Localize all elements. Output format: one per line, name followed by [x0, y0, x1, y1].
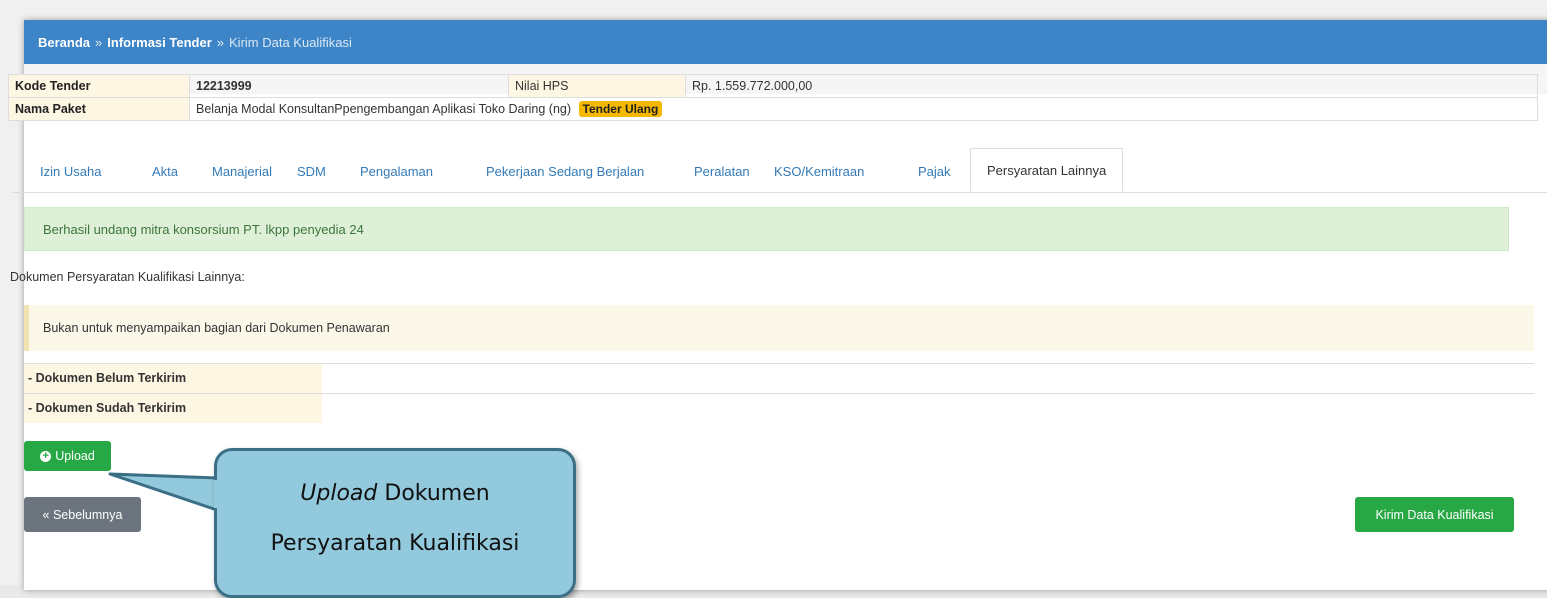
kode-tender-label: Kode Tender — [8, 74, 190, 98]
screen: Beranda » Informasi Tender » Kirim Data … — [0, 0, 1547, 598]
doc-sent-label: - Dokumen Sudah Terkirim — [24, 394, 322, 423]
tab-sdm[interactable]: SDM — [297, 158, 326, 186]
breadcrumb-current: Kirim Data Kualifikasi — [229, 34, 352, 50]
table-row: Nama Paket Belanja Modal KonsultanPpenge… — [8, 97, 1538, 121]
breadcrumb-separator: » — [95, 34, 103, 50]
nama-paket-value: Belanja Modal KonsultanPpengembangan Apl… — [196, 102, 572, 116]
annotation-callout: Upload Dokumen Persyaratan Kualifikasi — [214, 448, 576, 598]
nama-paket-label: Nama Paket — [8, 97, 190, 121]
callout-seam — [214, 480, 220, 508]
doc-section-label: Dokumen Persyaratan Kualifikasi Lainnya: — [10, 270, 245, 284]
list-item: - Dokumen Belum Terkirim — [24, 363, 1534, 393]
success-alert: Berhasil undang mitra konsorsium PT. lkp… — [24, 207, 1509, 251]
tab-manajerial[interactable]: Manajerial — [212, 158, 272, 186]
document-status-list: - Dokumen Belum Terkirim - Dokumen Sudah… — [24, 363, 1534, 423]
list-item: - Dokumen Sudah Terkirim — [24, 393, 1534, 423]
breadcrumb-home[interactable]: Beranda — [38, 35, 90, 50]
previous-button[interactable]: « Sebelumnya — [24, 497, 141, 532]
tab-peralatan[interactable]: Peralatan — [694, 158, 750, 186]
tab-akta[interactable]: Akta — [152, 158, 178, 186]
callout-line-1-rest: Dokumen — [377, 481, 490, 506]
tab-kso-kemitraan[interactable]: KSO/Kemitraan — [774, 158, 864, 186]
tender-info-table: Kode Tender 12213999 Nilai HPS Rp. 1.559… — [8, 74, 1538, 121]
breadcrumb-separator: » — [216, 34, 225, 50]
plus-circle-icon: + — [40, 450, 52, 462]
tab-pengalaman[interactable]: Pengalaman — [360, 158, 433, 186]
info-note: Bukan untuk menyampaikan bagian dari Dok… — [24, 305, 1534, 351]
callout-line-1-emphasis: Upload — [300, 481, 378, 506]
upload-button-label: Upload — [55, 449, 95, 463]
tab-persyaratan-lainnya[interactable]: Persyaratan Lainnya — [970, 148, 1124, 192]
table-row: Kode Tender 12213999 Nilai HPS Rp. 1.559… — [8, 74, 1538, 98]
qualification-tabs: Izin Usaha Akta Manajerial SDM Pengalama… — [12, 148, 1547, 193]
tab-izin-usaha[interactable]: Izin Usaha — [40, 158, 101, 186]
breadcrumb-informasi-tender[interactable]: Informasi Tender — [107, 35, 212, 50]
nilai-hps-value: Rp. 1.559.772.000,00 — [685, 74, 1538, 98]
nama-paket-cell: Belanja Modal KonsultanPpengembangan Apl… — [189, 97, 1538, 121]
send-qualification-button[interactable]: Kirim Data Kualifikasi — [1355, 497, 1514, 532]
tender-ulang-badge: Tender Ulang — [578, 101, 663, 117]
tab-pajak[interactable]: Pajak — [918, 158, 951, 186]
kode-tender-value: 12213999 — [189, 74, 509, 98]
tab-pekerjaan-sedang-berjalan[interactable]: Pekerjaan Sedang Berjalan — [486, 158, 644, 186]
upload-button[interactable]: + Upload — [24, 441, 111, 471]
callout-line-2: Persyaratan Kualifikasi — [270, 531, 520, 556]
callout-line-1: Upload Dokumen — [217, 481, 573, 506]
breadcrumb: Beranda » Informasi Tender » Kirim Data … — [24, 20, 1547, 64]
nilai-hps-label: Nilai HPS — [508, 74, 686, 98]
doc-not-sent-label: - Dokumen Belum Terkirim — [24, 364, 322, 393]
